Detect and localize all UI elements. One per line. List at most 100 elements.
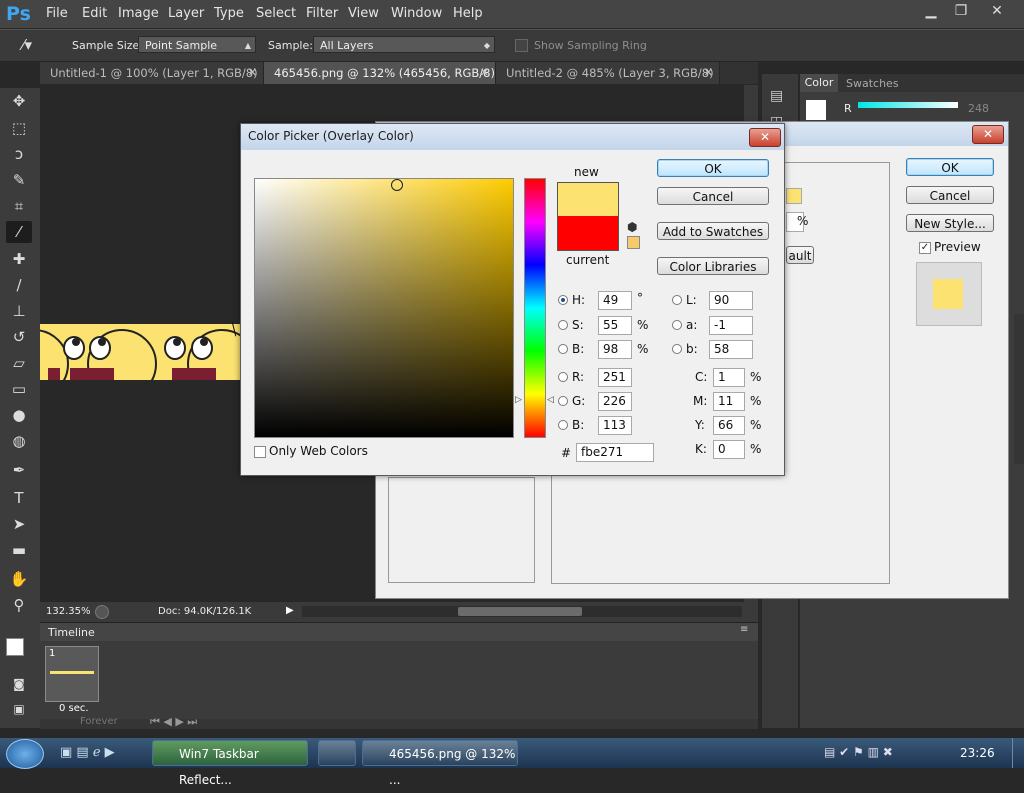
- history-brush-tool-icon[interactable]: ↺: [6, 326, 32, 348]
- magenta-field[interactable]: 11: [713, 392, 745, 411]
- horizontal-scrollbar[interactable]: [302, 606, 742, 617]
- brightness-field[interactable]: 98: [598, 340, 632, 359]
- ok-button[interactable]: OK: [657, 159, 769, 177]
- show-desktop-button[interactable]: [1012, 738, 1024, 768]
- minimize-icon[interactable]: ▁: [916, 2, 946, 20]
- new-style-button[interactable]: New Style...: [906, 214, 994, 232]
- crop-tool-icon[interactable]: ⌗: [6, 195, 32, 217]
- status-arrow-icon[interactable]: ▶: [286, 605, 294, 616]
- marquee-tool-icon[interactable]: ⬚: [6, 117, 32, 139]
- hue-slider-right-arrow-icon[interactable]: ◁: [547, 395, 554, 405]
- eraser-tool-icon[interactable]: ▱: [6, 352, 32, 374]
- hue-radio[interactable]: [558, 295, 568, 305]
- menu-image[interactable]: Image: [118, 6, 159, 21]
- brightness-radio[interactable]: [558, 344, 568, 354]
- restore-icon[interactable]: ❐: [946, 2, 976, 20]
- history-icon[interactable]: ▤: [770, 88, 783, 104]
- layer-style-close-button[interactable]: ✕: [972, 125, 1004, 144]
- close-icon[interactable]: ✕: [982, 2, 1012, 20]
- loop-select[interactable]: Forever: [80, 716, 118, 727]
- hue-slider-left-arrow-icon[interactable]: ▷: [515, 395, 522, 405]
- saturation-brightness-field[interactable]: [254, 178, 514, 438]
- healing-brush-tool-icon[interactable]: ✚: [6, 248, 32, 270]
- panel-foreground-swatch[interactable]: [806, 100, 826, 120]
- eyedropper-tool-icon[interactable]: ⁄: [6, 221, 32, 243]
- menu-filter[interactable]: Filter: [306, 6, 338, 21]
- quick-mask-icon[interactable]: ◙: [6, 673, 32, 695]
- gamut-cube-icon[interactable]: ⬢: [627, 220, 637, 234]
- sample-size-select[interactable]: Point Sample ▲: [138, 36, 256, 53]
- rectangle-tool-icon[interactable]: ▬: [6, 539, 32, 561]
- quicklaunch-icons[interactable]: ▣ ▤ ℯ ▶: [60, 745, 115, 760]
- path-select-tool-icon[interactable]: ➤: [6, 513, 32, 535]
- current-color-swatch[interactable]: [557, 216, 619, 251]
- tab-untitled-2[interactable]: Untitled-2 @ 485% (Layer 3, RGB/8) *✕: [496, 62, 720, 102]
- menu-file[interactable]: File: [46, 6, 68, 21]
- blur-tool-icon[interactable]: ●: [6, 404, 32, 426]
- clock[interactable]: 23:26: [960, 746, 995, 760]
- taskbar-item-browser[interactable]: Win7 Taskbar Reflect...: [152, 740, 308, 787]
- tab-untitled-1[interactable]: Untitled-1 @ 100% (Layer 1, RGB/8) *✕: [40, 62, 264, 102]
- document-image[interactable]: [40, 324, 240, 380]
- menu-window[interactable]: Window: [391, 6, 442, 21]
- menu-help[interactable]: Help: [453, 6, 483, 21]
- zoom-tool-icon[interactable]: ⚲: [6, 594, 32, 616]
- brush-tool-icon[interactable]: ∕: [6, 274, 32, 296]
- overlay-color-swatch[interactable]: [786, 188, 802, 204]
- foreground-color-swatch[interactable]: [6, 638, 24, 656]
- move-tool-icon[interactable]: ✥: [6, 90, 32, 112]
- zoom-level[interactable]: 132.35%: [46, 606, 91, 617]
- dodge-tool-icon[interactable]: ◍: [6, 430, 32, 452]
- menu-type[interactable]: Type: [214, 6, 244, 21]
- playback-icons[interactable]: ⏮ ◀ ▶ ⏭: [150, 715, 197, 729]
- lab-a-field[interactable]: -1: [709, 316, 753, 335]
- gradient-tool-icon[interactable]: ▭: [6, 378, 32, 400]
- close-icon[interactable]: ✕: [704, 62, 713, 84]
- quick-select-tool-icon[interactable]: ✎: [6, 169, 32, 191]
- menu-select[interactable]: Select: [256, 6, 296, 21]
- lab-a-radio[interactable]: [672, 320, 682, 330]
- scroll-thumb[interactable]: [458, 607, 582, 616]
- timeline-title[interactable]: Timeline: [48, 626, 95, 639]
- layer-style-ok-button[interactable]: OK: [906, 158, 994, 176]
- color-field-cursor[interactable]: [391, 179, 403, 191]
- layer-style-cancel-button[interactable]: Cancel: [906, 186, 994, 204]
- color-libraries-button[interactable]: Color Libraries: [657, 257, 769, 275]
- add-to-swatches-button[interactable]: Add to Swatches: [657, 222, 769, 240]
- eyedropper-icon[interactable]: ⁄▾: [22, 36, 32, 54]
- lab-l-radio[interactable]: [672, 295, 682, 305]
- lab-b-field[interactable]: 58: [709, 340, 753, 359]
- green-field[interactable]: 226: [598, 392, 632, 411]
- green-radio[interactable]: [558, 396, 568, 406]
- color-picker-close-button[interactable]: ✕: [749, 128, 781, 147]
- preview-checkbox[interactable]: ✓: [919, 242, 931, 254]
- lasso-tool-icon[interactable]: ↄ: [6, 143, 32, 165]
- lab-b-radio[interactable]: [672, 344, 682, 354]
- hand-tool-icon[interactable]: ✋: [6, 568, 32, 590]
- reset-to-default-button[interactable]: ault: [786, 246, 814, 264]
- taskbar-item-explorer[interactable]: [318, 740, 356, 766]
- web-safe-swatch[interactable]: [627, 236, 640, 249]
- menu-layer[interactable]: Layer: [168, 6, 204, 21]
- status-menu-icon[interactable]: [95, 605, 109, 619]
- layer-panel-icons[interactable]: [810, 720, 1010, 728]
- menu-edit[interactable]: Edit: [82, 6, 107, 21]
- saturation-radio[interactable]: [558, 320, 568, 330]
- animation-frame-1[interactable]: 1: [45, 646, 99, 702]
- tab-swatches[interactable]: Swatches: [846, 77, 899, 90]
- lab-l-field[interactable]: 90: [709, 291, 753, 310]
- red-radio[interactable]: [558, 372, 568, 382]
- tab-color[interactable]: Color: [800, 74, 838, 92]
- blue-radio[interactable]: [558, 420, 568, 430]
- tray-icons[interactable]: ▤ ✔ ⚑ ▥ ✖: [824, 745, 893, 759]
- close-icon[interactable]: ✕: [248, 62, 257, 84]
- start-button-icon[interactable]: [6, 739, 44, 769]
- red-field[interactable]: 251: [598, 368, 632, 387]
- yellow-field[interactable]: 66: [713, 416, 745, 435]
- tab-465456[interactable]: 465456.png @ 132% (465456, RGB/8) *✕: [264, 62, 496, 102]
- menu-view[interactable]: View: [348, 6, 379, 21]
- blue-field[interactable]: 113: [598, 416, 632, 435]
- type-tool-icon[interactable]: T: [6, 487, 32, 509]
- hue-field[interactable]: 49: [598, 291, 632, 310]
- taskbar-item-photoshop[interactable]: 465456.png @ 132% ...: [362, 740, 518, 787]
